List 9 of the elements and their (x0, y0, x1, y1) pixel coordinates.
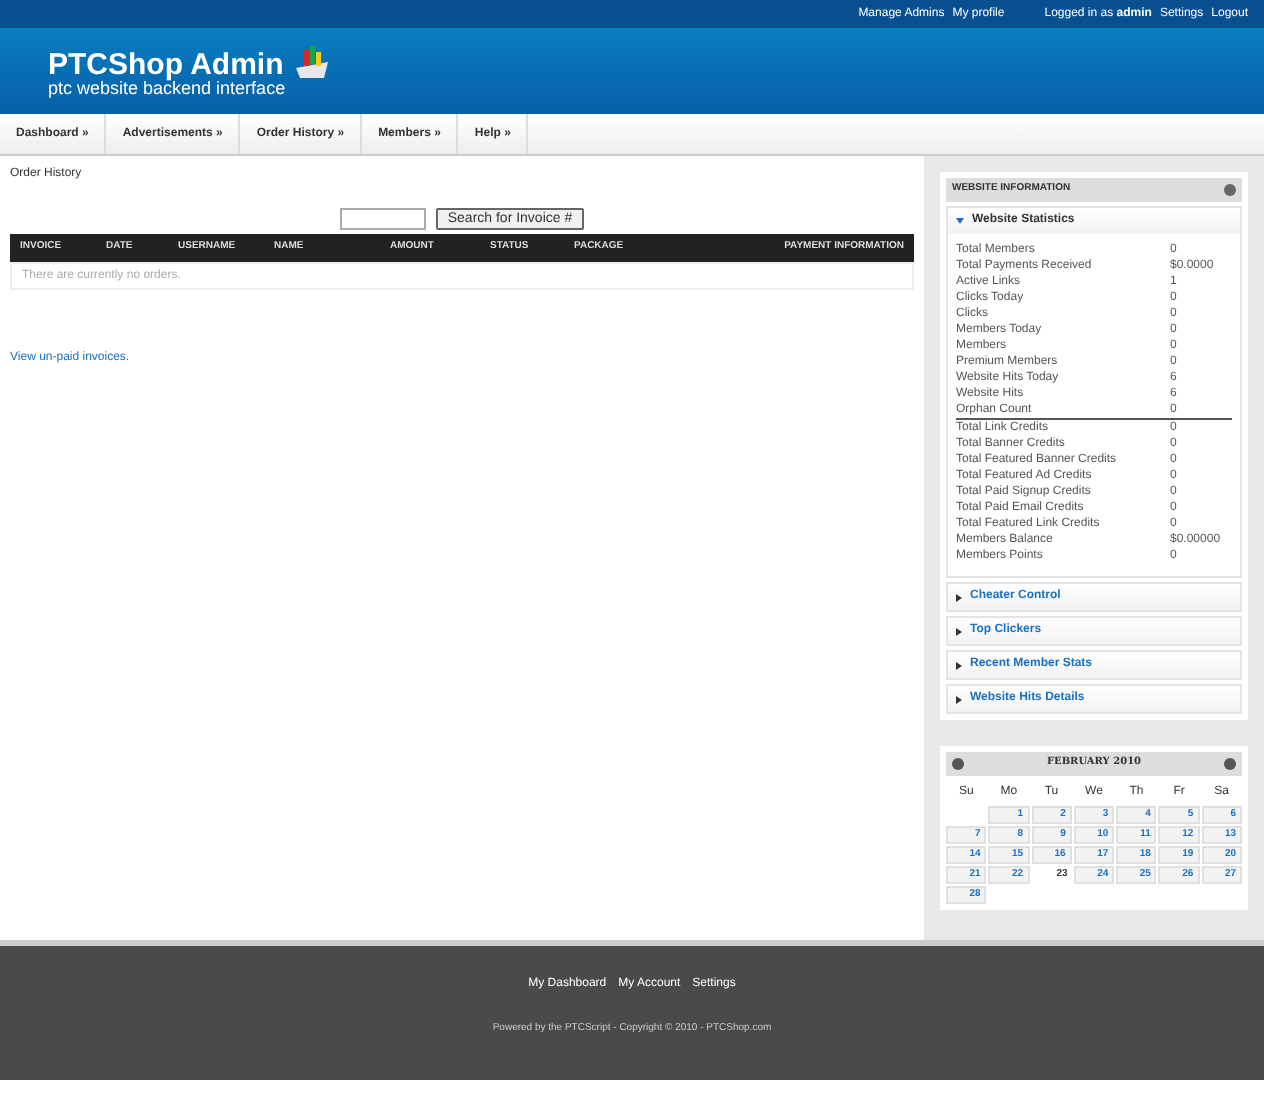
site-title: PTCShop Admin (48, 50, 284, 80)
collapsed-triangle-icon (956, 593, 962, 601)
invoice-search-field[interactable] (339, 208, 426, 230)
collapsed-triangle-icon (956, 661, 962, 669)
logo-icon (291, 44, 332, 80)
site-subtitle: ptc website backend interface (48, 80, 288, 98)
collapsed-triangle-icon (956, 695, 962, 703)
expanded-triangle-icon (956, 218, 964, 224)
collapsed-triangle-icon (956, 627, 962, 635)
